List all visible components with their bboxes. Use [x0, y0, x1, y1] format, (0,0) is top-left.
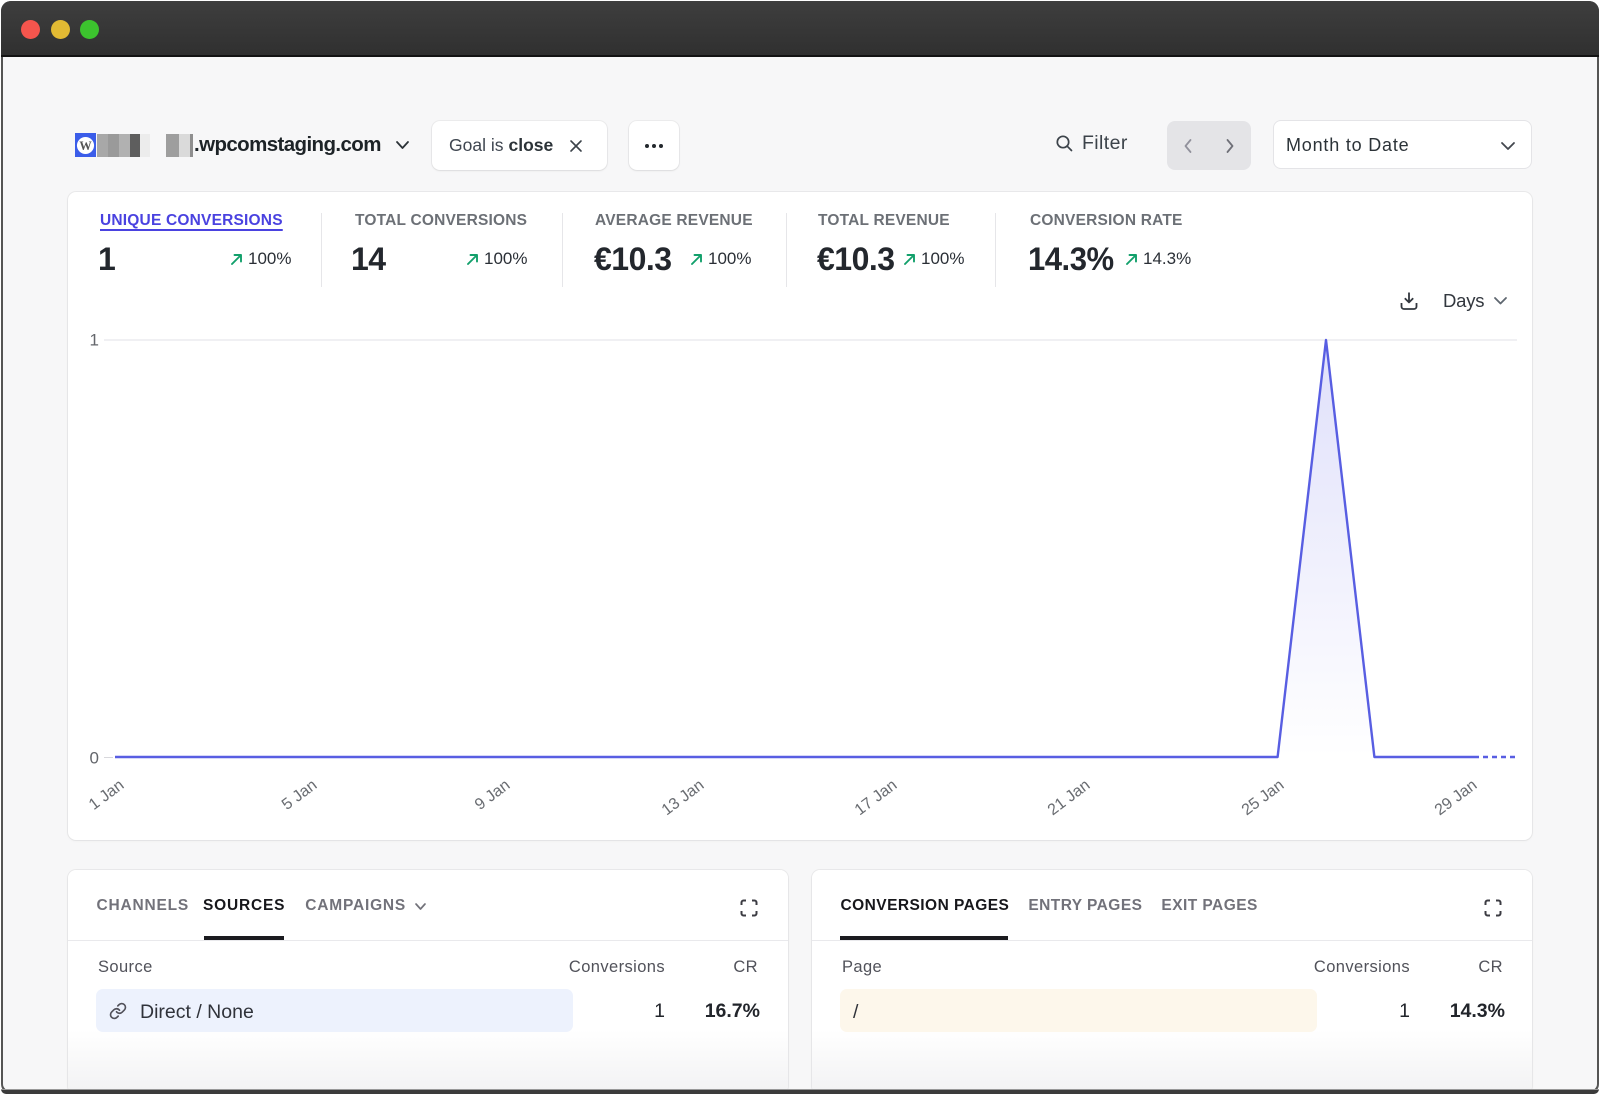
svg-text:29 Jan: 29 Jan: [1432, 777, 1481, 819]
svg-text:25 Jan: 25 Jan: [1239, 777, 1288, 819]
svg-text:1 Jan: 1 Jan: [86, 777, 127, 814]
svg-text:9 Jan: 9 Jan: [472, 777, 513, 814]
svg-text:13 Jan: 13 Jan: [659, 777, 708, 819]
svg-text:1: 1: [90, 331, 99, 350]
svg-text:5 Jan: 5 Jan: [279, 777, 320, 814]
svg-text:17 Jan: 17 Jan: [852, 777, 901, 819]
svg-text:W: W: [79, 138, 92, 152]
svg-text:21 Jan: 21 Jan: [1045, 777, 1094, 819]
svg-text:0: 0: [90, 749, 99, 768]
